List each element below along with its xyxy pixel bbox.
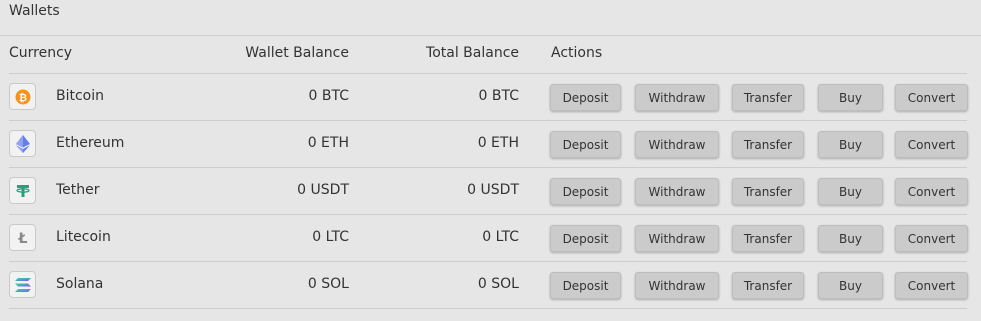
transfer-button[interactable]: Transfer [732, 225, 804, 252]
withdraw-button[interactable]: Withdraw [635, 272, 719, 299]
transfer-button[interactable]: Transfer [732, 84, 804, 111]
column-header-currency: Currency [9, 45, 73, 61]
panel-title: Wallets [9, 3, 60, 19]
buy-button[interactable]: Buy [818, 272, 883, 299]
table-row: Solana 0 SOL 0 SOL Deposit Withdraw Tran… [9, 262, 968, 309]
svg-text:₿: ₿ [18, 92, 26, 104]
table-row: ₿ Bitcoin 0 BTC 0 BTC Deposit Withdraw T… [9, 74, 968, 121]
ethereum-icon [9, 130, 36, 157]
currency-name: Solana [56, 276, 104, 292]
currency-name: Litecoin [56, 229, 111, 245]
table-header: Currency Wallet Balance Total Balance Ac… [9, 36, 967, 74]
svg-text:Ł: Ł [17, 231, 27, 246]
tether-icon [9, 177, 36, 204]
wallet-balance: 0 BTC [308, 88, 349, 104]
table-row: Ł Litecoin 0 LTC 0 LTC Deposit Withdraw … [9, 215, 968, 262]
deposit-button[interactable]: Deposit [550, 225, 621, 252]
total-balance: 0 BTC [478, 88, 519, 104]
buy-button[interactable]: Buy [818, 225, 883, 252]
litecoin-icon: Ł [9, 224, 36, 251]
column-header-total-balance: Total Balance [426, 45, 519, 61]
solana-icon [9, 271, 36, 298]
deposit-button[interactable]: Deposit [550, 272, 621, 299]
convert-button[interactable]: Convert [895, 225, 968, 252]
buy-button[interactable]: Buy [818, 178, 883, 205]
currency-name: Bitcoin [56, 88, 105, 104]
table-row: Tether 0 USDT 0 USDT Deposit Withdraw Tr… [9, 168, 968, 215]
wallet-balance: 0 SOL [307, 276, 349, 292]
currency-name: Ethereum [56, 135, 125, 151]
total-balance: 0 LTC [482, 229, 519, 245]
bitcoin-icon: ₿ [9, 83, 36, 110]
deposit-button[interactable]: Deposit [550, 84, 621, 111]
convert-button[interactable]: Convert [895, 272, 968, 299]
withdraw-button[interactable]: Withdraw [635, 225, 719, 252]
row-actions: Deposit Withdraw Transfer Buy Convert [550, 225, 968, 253]
buy-button[interactable]: Buy [818, 131, 883, 158]
total-balance: 0 SOL [477, 276, 519, 292]
wallets-table: Currency Wallet Balance Total Balance Ac… [9, 36, 968, 309]
row-actions: Deposit Withdraw Transfer Buy Convert [550, 178, 968, 206]
total-balance: 0 ETH [477, 135, 519, 151]
deposit-button[interactable]: Deposit [550, 178, 621, 205]
table-row: Ethereum 0 ETH 0 ETH Deposit Withdraw Tr… [9, 121, 968, 168]
row-actions: Deposit Withdraw Transfer Buy Convert [550, 131, 968, 159]
wallet-balance: 0 LTC [312, 229, 349, 245]
transfer-button[interactable]: Transfer [732, 272, 804, 299]
column-header-actions: Actions [551, 45, 603, 61]
transfer-button[interactable]: Transfer [732, 131, 804, 158]
column-header-wallet-balance: Wallet Balance [245, 45, 349, 61]
convert-button[interactable]: Convert [895, 131, 968, 158]
withdraw-button[interactable]: Withdraw [635, 178, 719, 205]
total-balance: 0 USDT [467, 182, 519, 198]
deposit-button[interactable]: Deposit [550, 131, 621, 158]
withdraw-button[interactable]: Withdraw [635, 84, 719, 111]
convert-button[interactable]: Convert [895, 178, 968, 205]
convert-button[interactable]: Convert [895, 84, 968, 111]
currency-name: Tether [56, 182, 100, 198]
wallet-balance: 0 ETH [307, 135, 349, 151]
row-actions: Deposit Withdraw Transfer Buy Convert [550, 272, 968, 300]
wallet-balance: 0 USDT [297, 182, 349, 198]
transfer-button[interactable]: Transfer [732, 178, 804, 205]
withdraw-button[interactable]: Withdraw [635, 131, 719, 158]
buy-button[interactable]: Buy [818, 84, 883, 111]
row-actions: Deposit Withdraw Transfer Buy Convert [550, 84, 968, 112]
